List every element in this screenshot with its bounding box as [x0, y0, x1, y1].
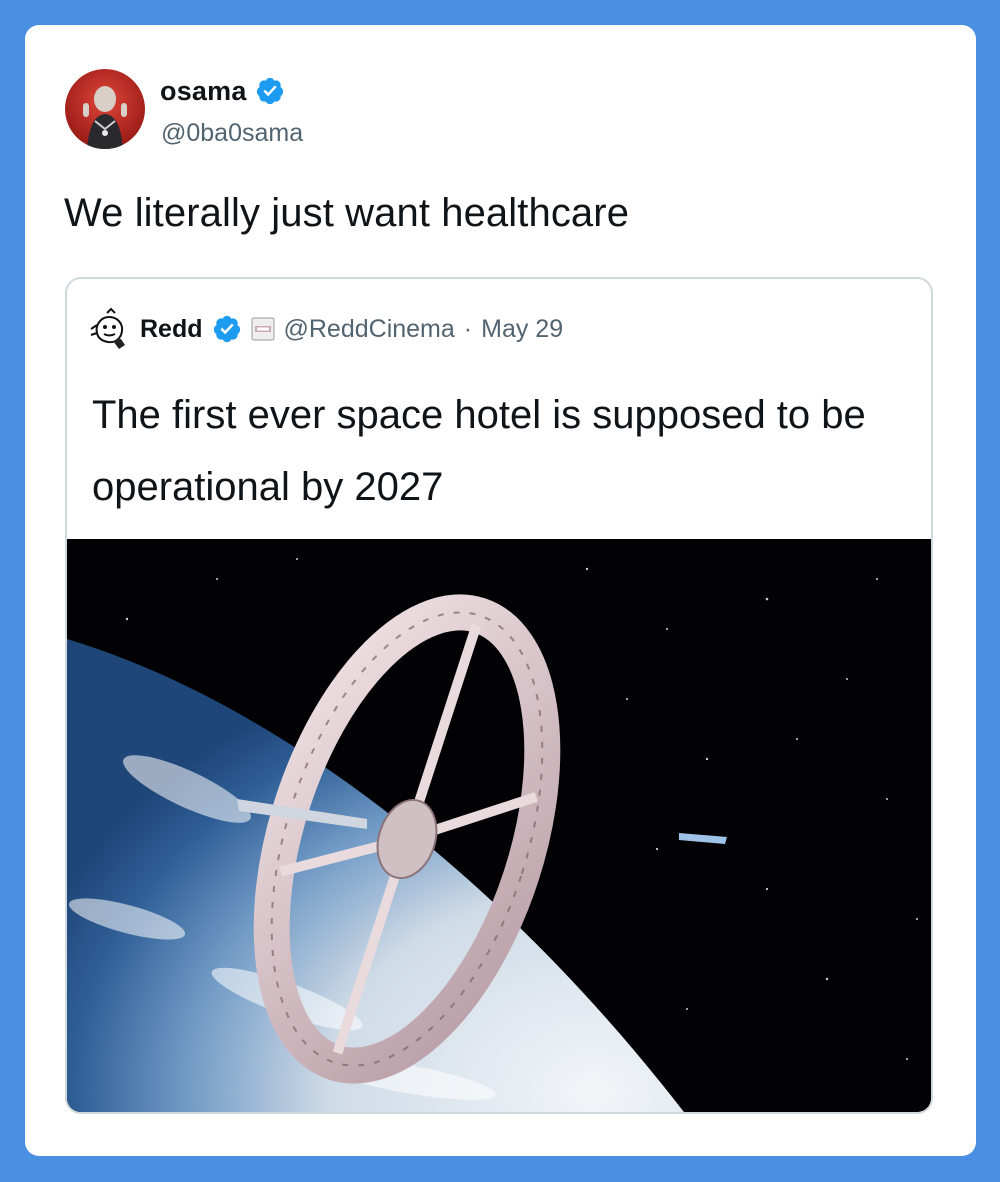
tweet-card: osama @0ba0sama We literally just want h… — [25, 25, 976, 1156]
quoted-author-avatar[interactable] — [89, 307, 131, 351]
quoted-tweet-text: The first ever space hotel is supposed t… — [92, 393, 866, 509]
quoted-tweet-date[interactable]: May 29 — [481, 315, 563, 344]
quoted-author-handle[interactable]: @ReddCinema — [284, 315, 455, 344]
quoted-tweet[interactable]: Redd @ReddCinema · May 29 The first ever… — [65, 277, 933, 1114]
author-name[interactable]: osama — [160, 76, 247, 107]
quoted-tweet-header: Redd @ReddCinema · May 29 — [89, 307, 563, 351]
author-avatar[interactable] — [65, 69, 145, 149]
tweet-text: We literally just want healthcare — [64, 191, 630, 235]
header-separator: · — [463, 314, 473, 343]
quoted-author-name[interactable]: Redd — [140, 315, 203, 344]
author-name-row: osama — [160, 73, 285, 109]
affiliate-badge-icon — [251, 317, 274, 341]
avatar-image — [65, 69, 145, 149]
author-handle[interactable]: @0ba0sama — [161, 119, 303, 148]
space-station-image[interactable] — [67, 539, 931, 1112]
space-station-illustration — [67, 539, 931, 1112]
verified-badge-icon — [213, 315, 240, 343]
verified-badge-icon — [256, 77, 283, 105]
